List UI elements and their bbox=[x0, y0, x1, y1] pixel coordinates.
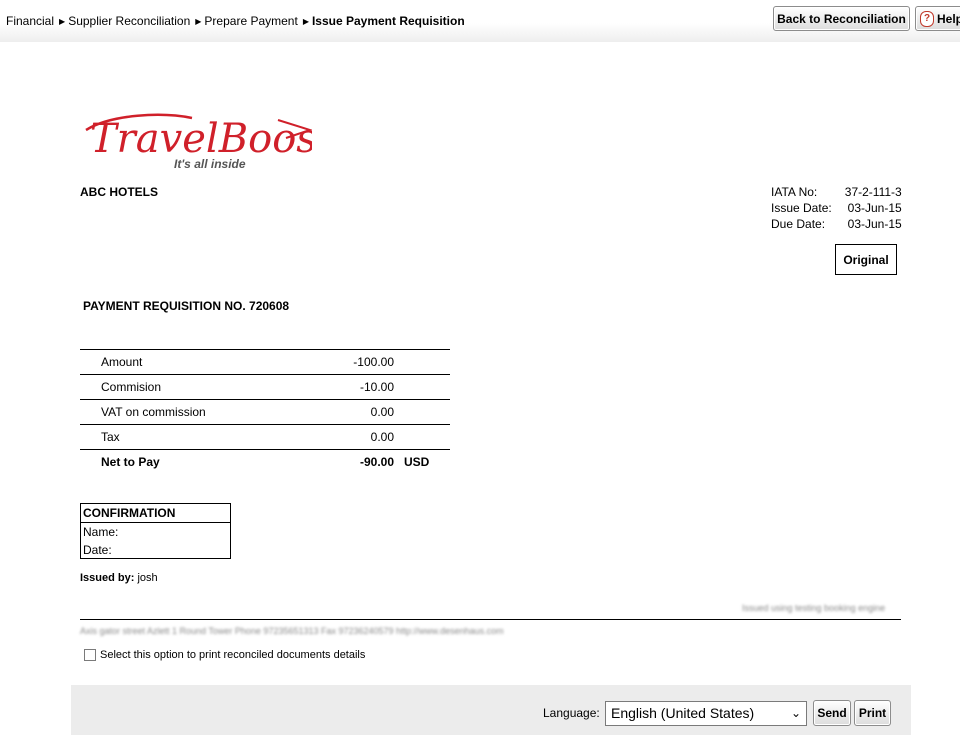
footer-note: Issued using testing booking engine bbox=[742, 603, 886, 613]
total-value: -90.00 bbox=[274, 449, 394, 474]
meta-value: 03-Jun-15 bbox=[847, 201, 902, 215]
meta-row: IATA No: 37-2-111-3 bbox=[771, 184, 902, 200]
top-bar: Financial ▶ Supplier Reconciliation ▶ Prepar… bbox=[0, 0, 960, 42]
svg-text:TravelBooster: TravelBooster bbox=[90, 116, 312, 162]
footer-divider bbox=[80, 619, 901, 620]
meta-value: 37-2-111-3 bbox=[844, 185, 902, 199]
table-row: Amount -100.00 bbox=[80, 349, 450, 375]
send-button[interactable]: Send bbox=[813, 700, 851, 726]
confirmation-box: CONFIRMATION Name: Date: bbox=[80, 503, 231, 559]
chevron-down-icon: ⌄ bbox=[790, 706, 801, 720]
help-button[interactable]: ? Help bbox=[915, 6, 960, 31]
table-row: VAT on commission 0.00 bbox=[80, 399, 450, 425]
breadcrumb-current: Issue Payment Requisition bbox=[311, 14, 465, 28]
document-meta: IATA No: 37-2-111-3 Issue Date: 03-Jun-15 … bbox=[771, 184, 902, 232]
print-details-option: Select this option to print reconciled d… bbox=[84, 649, 365, 661]
print-details-checkbox[interactable] bbox=[84, 649, 96, 661]
total-label: Net to Pay bbox=[80, 449, 274, 474]
back-to-reconciliation-button[interactable]: Back to Reconciliation bbox=[773, 6, 910, 31]
meta-value: 03-Jun-15 bbox=[847, 217, 902, 231]
language-selected-value: English (United States) bbox=[611, 705, 755, 721]
company-name: ABC HOTELS bbox=[80, 185, 158, 199]
svg-text:It's all inside: It's all inside bbox=[174, 157, 246, 171]
language-select[interactable]: English (United States) ⌄ bbox=[605, 701, 807, 726]
meta-label: Issue Date: bbox=[771, 201, 832, 215]
meta-row: Issue Date: 03-Jun-15 bbox=[771, 200, 902, 216]
breadcrumb-arrow-icon: ▶ bbox=[195, 17, 202, 26]
print-details-label: Select this option to print reconciled d… bbox=[100, 649, 366, 661]
line-value: 0.00 bbox=[274, 424, 394, 450]
issued-by-value: josh bbox=[137, 572, 158, 584]
confirmation-title: CONFIRMATION bbox=[81, 504, 230, 523]
line-value: -100.00 bbox=[274, 349, 394, 375]
total-row: Net to Pay -90.00 USD bbox=[80, 449, 450, 474]
breadcrumb: Financial ▶ Supplier Reconciliation ▶ Prepar… bbox=[6, 14, 465, 28]
payment-table: Amount -100.00 Commision -10.00 VAT on com… bbox=[80, 349, 450, 474]
line-value: -10.00 bbox=[274, 374, 394, 400]
meta-label: IATA No: bbox=[771, 185, 818, 199]
line-label: Commision bbox=[80, 374, 274, 400]
issued-by: Issued by: josh bbox=[80, 572, 158, 584]
help-icon: ? bbox=[920, 10, 934, 27]
confirmation-date-label: Date: bbox=[83, 543, 112, 557]
breadcrumb-arrow-icon: ▶ bbox=[59, 17, 66, 26]
breadcrumb-financial[interactable]: Financial bbox=[6, 14, 54, 28]
line-value: 0.00 bbox=[274, 399, 394, 425]
travelbooster-logo: TravelBooster It's all inside bbox=[85, 113, 312, 171]
language-label: Language: bbox=[543, 706, 600, 720]
table-row: Tax 0.00 bbox=[80, 424, 450, 450]
total-currency: USD bbox=[394, 449, 450, 474]
print-button[interactable]: Print bbox=[854, 700, 891, 726]
breadcrumb-arrow-icon: ▶ bbox=[302, 17, 309, 26]
meta-label: Due Date: bbox=[771, 217, 826, 231]
meta-row: Due Date: 03-Jun-15 bbox=[771, 216, 902, 232]
breadcrumb-prepare-payment[interactable]: Prepare Payment bbox=[204, 14, 297, 28]
confirmation-name-label: Name: bbox=[83, 525, 119, 539]
requisition-title: PAYMENT REQUISITION NO. 720608 bbox=[83, 299, 290, 313]
breadcrumb-supplier-reconciliation[interactable]: Supplier Reconciliation bbox=[68, 14, 190, 28]
issued-by-label: Issued by: bbox=[80, 572, 135, 584]
help-label: Help bbox=[937, 11, 960, 26]
line-label: VAT on commission bbox=[80, 399, 274, 425]
footer-address: Axis gator street Azlett 1 Round Tower P… bbox=[80, 626, 504, 636]
line-label: Tax bbox=[80, 424, 274, 450]
table-row: Commision -10.00 bbox=[80, 374, 450, 400]
original-copy-badge: Original bbox=[835, 244, 897, 275]
line-label: Amount bbox=[80, 349, 274, 375]
